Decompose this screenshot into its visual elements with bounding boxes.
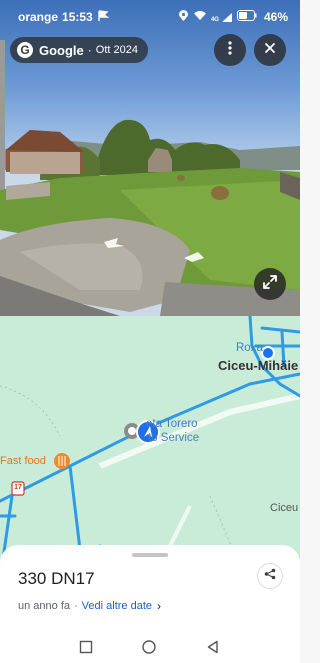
separator: · xyxy=(74,600,78,612)
imagery-age: un anno fa xyxy=(18,600,70,612)
recents-icon[interactable] xyxy=(78,639,94,655)
place-bottom-sheet[interactable]: 330 DN17 un anno fa · Vedi altre date › xyxy=(0,545,300,631)
wifi-icon xyxy=(193,10,207,24)
google-g-icon: G xyxy=(17,42,33,58)
separator: · xyxy=(87,43,92,57)
map-label-fast-food[interactable]: Fast food xyxy=(0,455,46,467)
current-location-icon xyxy=(261,346,275,360)
brand-label: Google xyxy=(39,42,84,58)
expand-icon xyxy=(262,274,278,295)
location-icon xyxy=(178,9,189,25)
imagery-info-chip[interactable]: G Google · Ott 2024 xyxy=(10,37,148,63)
clock: 15:53 xyxy=(62,10,93,24)
network-type: 4G xyxy=(210,16,219,23)
more-options-button[interactable] xyxy=(214,34,246,66)
share-button[interactable] xyxy=(257,563,283,589)
close-icon xyxy=(264,41,276,59)
fast-food-icon xyxy=(54,453,70,469)
share-icon xyxy=(264,567,276,585)
system-navigation-bar xyxy=(0,631,300,663)
drag-handle[interactable] xyxy=(132,553,168,557)
street-view-panorama[interactable]: orange 15:53 4G 46% G Google · Ott 2024 xyxy=(0,0,300,316)
see-more-dates-link[interactable]: Vedi altre date xyxy=(82,600,152,612)
battery-icon xyxy=(236,10,257,24)
capture-date: Ott 2024 xyxy=(95,44,138,56)
signal-icon: 4G xyxy=(211,12,233,23)
close-button[interactable] xyxy=(254,34,286,66)
status-bar: orange 15:53 4G 46% xyxy=(0,0,300,34)
place-title: 330 DN17 xyxy=(18,569,95,588)
home-icon[interactable] xyxy=(141,639,157,655)
road-shield-label: 17 xyxy=(14,484,22,491)
back-icon[interactable] xyxy=(205,639,221,655)
imagery-dates-row: un anno fa · Vedi altre date › xyxy=(18,599,161,613)
street-view-pegman-icon[interactable] xyxy=(137,421,159,443)
more-vertical-icon xyxy=(228,40,232,60)
carrier-name: orange xyxy=(18,10,59,24)
expand-fullscreen-button[interactable] xyxy=(254,268,286,300)
map-view[interactable]: Roxa Ciceu-Mihăie eta Torero to Service … xyxy=(0,316,300,566)
battery-percent: 46% xyxy=(263,10,288,24)
notification-flag-icon xyxy=(97,9,110,25)
map-label-roxana[interactable]: Roxa xyxy=(236,342,263,354)
map-label-ciceu-mihaiesti[interactable]: Ciceu-Mihăie xyxy=(218,358,298,373)
chevron-right-icon[interactable]: › xyxy=(157,599,161,613)
map-label-ciceu: Ciceu xyxy=(270,502,299,514)
